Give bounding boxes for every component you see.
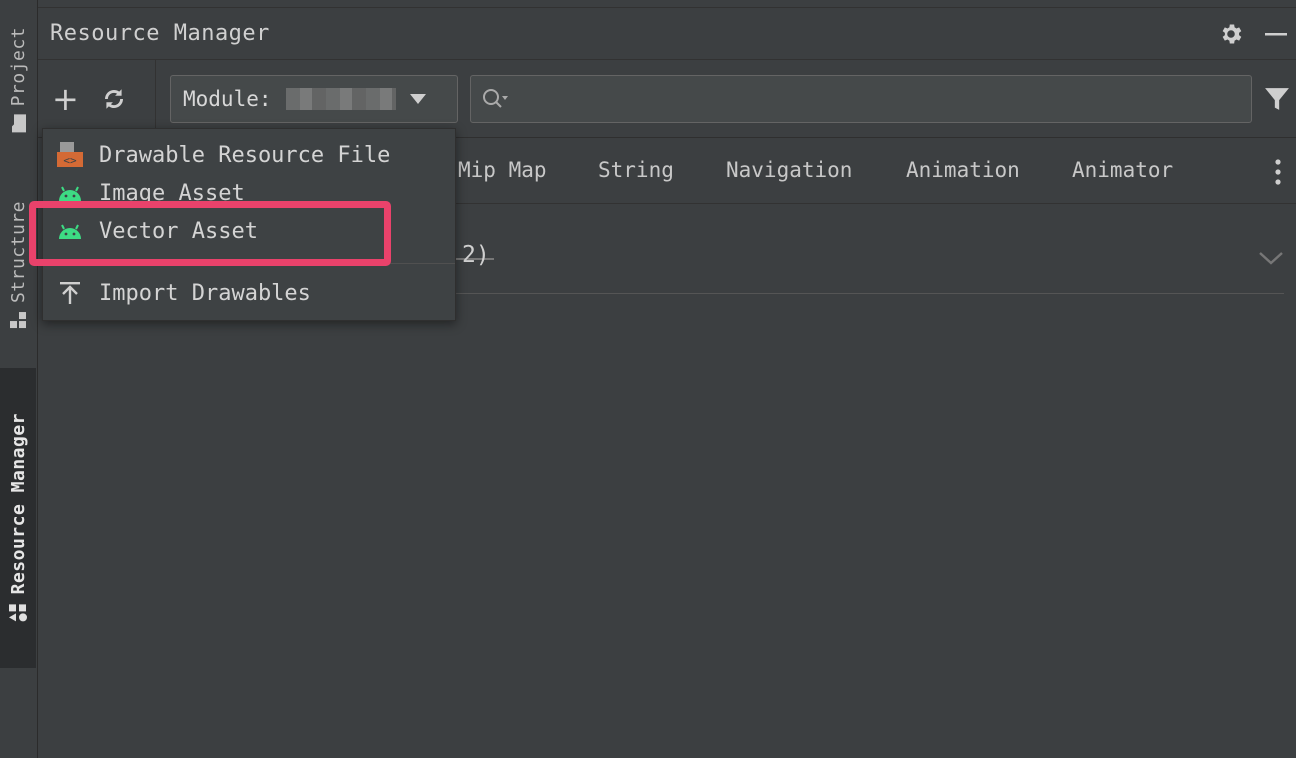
module-dropdown[interactable]: Module: (170, 75, 458, 123)
side-tab-structure[interactable]: Structure (0, 180, 36, 350)
search-icon (483, 89, 508, 108)
menu-item-label: Import Drawables (99, 280, 311, 306)
menu-item-label: Vector Asset (99, 218, 258, 244)
android-icon (55, 183, 85, 203)
more-vertical-icon[interactable] (1274, 158, 1282, 186)
tab-animation[interactable]: Animation (906, 158, 1020, 182)
filter-icon[interactable] (1264, 86, 1290, 112)
svg-text:<>: <> (63, 154, 77, 167)
import-icon (55, 280, 85, 306)
section-count: 2) (462, 242, 490, 268)
module-name-redacted (285, 88, 396, 110)
search-input[interactable] (517, 87, 1251, 111)
resource-manager-icon (9, 604, 27, 622)
chevron-down-icon (409, 94, 426, 104)
minimize-icon[interactable] (1264, 22, 1288, 46)
refresh-icon[interactable] (101, 86, 127, 112)
panel-titlebar: Resource Manager (38, 8, 1296, 60)
menu-item-label: Image Asset (99, 180, 245, 206)
chevron-down-icon[interactable] (1258, 250, 1284, 270)
android-icon (55, 221, 85, 241)
menu-item-import-drawables[interactable]: Import Drawables (55, 275, 311, 311)
menu-item-label: Drawable Resource File (99, 142, 391, 168)
side-tab-resource-manager[interactable]: Resource Manager (0, 368, 36, 668)
side-tab-project-label: Project (7, 27, 29, 107)
tab-string[interactable]: String (598, 158, 674, 182)
panel-title: Resource Manager (50, 21, 270, 46)
resource-manager-panel: Resource Manager + Module: Mip Map Strin… (38, 8, 1296, 758)
search-field[interactable] (470, 75, 1252, 123)
side-tab-resource-manager-label: Resource Manager (7, 413, 29, 595)
top-divider (38, 0, 1296, 8)
folder-icon (12, 114, 26, 133)
menu-item-vector-asset[interactable]: Vector Asset (55, 213, 258, 249)
menu-item-drawable-resource-file[interactable]: <> Drawable Resource File (55, 137, 390, 173)
gear-icon[interactable] (1218, 21, 1244, 47)
resource-toolbar: + Module: (38, 60, 1296, 138)
tab-navigation[interactable]: Navigation (726, 158, 852, 182)
tab-mip-map[interactable]: Mip Map (458, 158, 547, 182)
module-label: Module: (183, 87, 272, 111)
menu-separator (55, 263, 455, 264)
tool-window-strip: Project Structure Resource Manager (0, 0, 38, 758)
drawable-file-icon: <> (55, 140, 85, 170)
add-resource-menu: <> Drawable Resource File Image Asset Ve… (42, 128, 456, 321)
tab-animator[interactable]: Animator (1072, 158, 1173, 182)
side-tab-project[interactable]: Project (0, 10, 36, 150)
menu-item-image-asset[interactable]: Image Asset (55, 175, 245, 211)
structure-icon (10, 312, 26, 329)
side-tab-structure-label: Structure (7, 200, 29, 304)
add-resource-button[interactable]: + (52, 83, 79, 115)
